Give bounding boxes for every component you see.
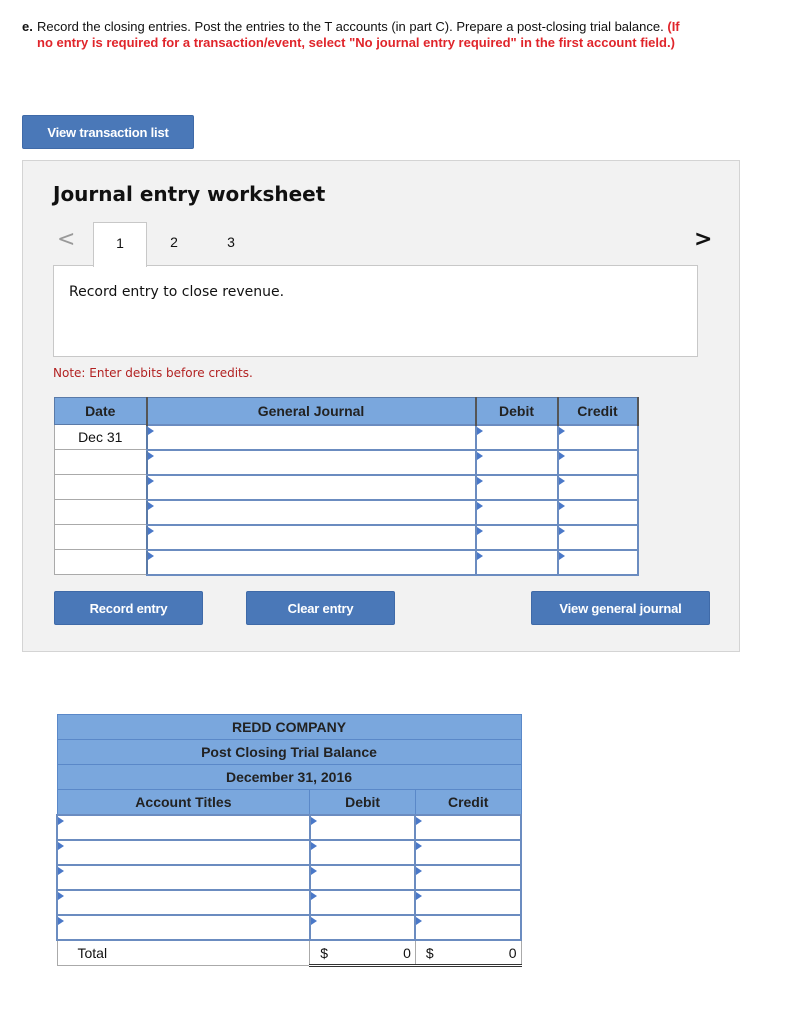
tb-total-credit-value: 0	[508, 944, 517, 961]
tb-account-select[interactable]	[56, 838, 311, 866]
tb-total-debit-value: 0	[403, 944, 411, 961]
entry-prompt: Record entry to close revenue.	[69, 284, 285, 300]
tb-row	[56, 838, 522, 866]
header-debit: Debit	[475, 397, 559, 425]
tb-account-select[interactable]	[56, 863, 311, 891]
header-credit: Credit	[557, 397, 639, 425]
date-cell	[54, 474, 147, 500]
tb-debit-input[interactable]	[308, 813, 417, 841]
credit-input[interactable]	[556, 473, 639, 501]
part-label: e.	[22, 19, 33, 34]
tb-total-label: Total	[56, 939, 311, 966]
tab-1[interactable]: 1	[93, 222, 147, 267]
tb-account-select[interactable]	[56, 813, 311, 841]
tb-header-row: Account Titles Debit Credit	[56, 789, 522, 815]
account-select[interactable]	[145, 423, 477, 451]
journal-row	[54, 498, 639, 526]
tb-credit-input[interactable]	[414, 913, 522, 941]
credit-input[interactable]	[556, 448, 639, 476]
journal-table: Date General Journal Debit Credit Dec 31	[54, 397, 639, 576]
tab-2[interactable]: 2	[147, 222, 201, 267]
tb-debit-input[interactable]	[308, 838, 417, 866]
credit-input[interactable]	[556, 423, 639, 451]
debit-input[interactable]	[474, 548, 559, 576]
debit-input[interactable]	[474, 473, 559, 501]
header-general-journal: General Journal	[146, 397, 477, 425]
debits-note: Note: Enter debits before credits.	[53, 366, 253, 380]
journal-entry-worksheet: Journal entry worksheet < 1 2 3 > Record…	[22, 160, 740, 652]
tb-credit-input[interactable]	[414, 863, 522, 891]
tb-title: Post Closing Trial Balance	[56, 739, 522, 765]
chevron-left-icon[interactable]: <	[57, 227, 75, 252]
tb-date-row: December 31, 2016	[56, 764, 522, 790]
account-select[interactable]	[145, 523, 477, 551]
account-select[interactable]	[145, 498, 477, 526]
date-cell: Dec 31	[54, 424, 147, 450]
journal-row	[54, 448, 639, 476]
account-select[interactable]	[145, 473, 477, 501]
instructions-text: Record the closing entries. Post the ent…	[37, 19, 664, 34]
chevron-right-icon[interactable]: >	[694, 227, 712, 252]
date-cell	[54, 449, 147, 475]
tb-header-credit: Credit	[414, 789, 522, 815]
header-date: Date	[54, 397, 148, 425]
tb-header-account-titles: Account Titles	[56, 789, 311, 815]
tb-title-row: Post Closing Trial Balance	[56, 739, 522, 765]
credit-input[interactable]	[556, 548, 639, 576]
journal-row	[54, 548, 639, 576]
account-select[interactable]	[145, 548, 477, 576]
credit-input[interactable]	[556, 498, 639, 526]
date-cell	[54, 549, 147, 575]
tb-company-name: REDD COMPANY	[56, 714, 522, 740]
journal-row	[54, 473, 639, 501]
worksheet-title: Journal entry worksheet	[53, 182, 326, 206]
tb-credit-input[interactable]	[414, 888, 522, 916]
tb-debit-input[interactable]	[308, 863, 417, 891]
post-closing-trial-balance: REDD COMPANY Post Closing Trial Balance …	[56, 714, 522, 967]
tb-total-credit: $ 0	[414, 939, 522, 967]
tb-credit-input[interactable]	[414, 838, 522, 866]
tb-credit-input[interactable]	[414, 813, 522, 841]
tb-debit-input[interactable]	[308, 913, 417, 941]
debit-input[interactable]	[474, 498, 559, 526]
date-cell	[54, 499, 147, 525]
debit-input[interactable]	[474, 423, 559, 451]
credit-input[interactable]	[556, 523, 639, 551]
view-transaction-list-button[interactable]: View transaction list	[22, 115, 194, 149]
clear-entry-button[interactable]: Clear entry	[246, 591, 395, 625]
tb-header-debit: Debit	[309, 789, 416, 815]
date-cell	[54, 524, 147, 550]
currency-symbol: $	[320, 944, 329, 961]
journal-row	[54, 523, 639, 551]
debit-input[interactable]	[474, 448, 559, 476]
tb-account-select[interactable]	[56, 888, 311, 916]
tab-3[interactable]: 3	[204, 222, 258, 267]
currency-symbol: $	[425, 944, 434, 961]
view-general-journal-button[interactable]: View general journal	[531, 591, 710, 625]
journal-header-row: Date General Journal Debit Credit	[54, 397, 639, 425]
tb-company-row: REDD COMPANY	[56, 714, 522, 740]
tb-date: December 31, 2016	[56, 764, 522, 790]
account-select[interactable]	[145, 448, 477, 476]
entry-prompt-box: Record entry to close revenue.	[53, 265, 698, 357]
journal-row: Dec 31	[54, 423, 639, 451]
record-entry-button[interactable]: Record entry	[54, 591, 203, 625]
tb-row	[56, 888, 522, 916]
tb-total-row: Total $ 0 $ 0	[56, 939, 522, 967]
tb-row	[56, 863, 522, 891]
tb-row	[56, 913, 522, 941]
debit-input[interactable]	[474, 523, 559, 551]
tb-debit-input[interactable]	[308, 888, 417, 916]
instructions: e. Record the closing entries. Post the …	[22, 19, 702, 50]
tb-account-select[interactable]	[56, 913, 311, 941]
tb-row	[56, 813, 522, 841]
tb-total-debit: $ 0	[309, 939, 416, 967]
